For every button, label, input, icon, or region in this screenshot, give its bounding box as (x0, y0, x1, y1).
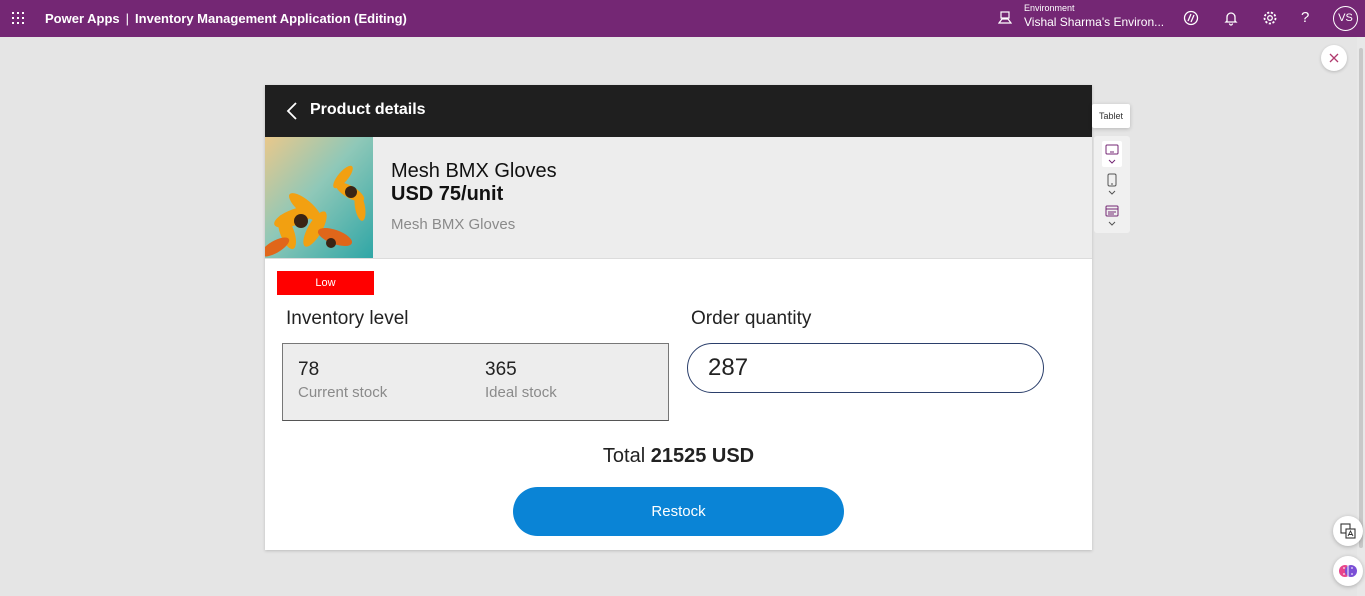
total-label: Total (602, 445, 646, 467)
inventory-level-panel: 78 Current stock 365 Ideal stock (282, 343, 669, 421)
product-name: Mesh BMX Gloves (391, 160, 557, 182)
close-preview-button[interactable] (1321, 45, 1347, 71)
stock-status-badge: Low (277, 271, 374, 295)
order-quantity-label: Order quantity (691, 308, 812, 329)
translate-button[interactable] (1333, 516, 1363, 546)
device-tooltip: Tablet (1092, 104, 1130, 128)
ideal-stock-value: 365 (485, 359, 517, 380)
product-summary: Mesh BMX Gloves USD 75/unit Mesh BMX Glo… (265, 137, 1092, 259)
total-value: 21525 USD (650, 445, 755, 467)
close-icon (1329, 53, 1339, 63)
product-subtitle: Mesh BMX Gloves (391, 216, 516, 233)
web-icon (1105, 205, 1119, 226)
document-title: Inventory Management Application (Editin… (135, 11, 407, 26)
tablet-device-button[interactable] (1102, 141, 1122, 167)
environment-name: Vishal Sharma's Environ... (1024, 15, 1165, 29)
screen-title: Product details (310, 101, 426, 118)
scrollbar-thumb[interactable] (1359, 48, 1363, 548)
restock-button[interactable]: Restock (513, 487, 844, 536)
assistant-button[interactable] (1333, 556, 1363, 586)
tablet-icon (1105, 144, 1119, 164)
help-icon[interactable]: ? (1301, 9, 1309, 26)
top-bar: Power Apps | Inventory Management Applicat… (0, 0, 1365, 37)
product-image (265, 137, 373, 258)
web-device-button[interactable] (1102, 203, 1122, 229)
settings-icon[interactable] (1262, 10, 1278, 26)
notifications-icon[interactable] (1223, 10, 1239, 26)
back-arrow-icon[interactable] (285, 101, 299, 121)
breadcrumb-separator: | (125, 11, 130, 26)
current-stock-value: 78 (298, 359, 320, 380)
app-canvas: Product details Mesh BMX Gloves USD 75/u… (265, 85, 1092, 550)
brain-icon (1339, 565, 1357, 577)
inventory-level-label: Inventory level (286, 308, 409, 329)
copilot-icon[interactable] (1183, 10, 1199, 26)
environment-icon (998, 11, 1012, 24)
order-total: Total 21525 USD (265, 445, 1092, 468)
product-price: USD 75/unit (391, 183, 504, 205)
app-launcher-icon[interactable] (12, 12, 26, 26)
ideal-stock-caption: Ideal stock (485, 384, 557, 401)
environment-picker[interactable]: Environment Vishal Sharma's Environ... (1024, 3, 1164, 31)
order-quantity-input[interactable] (687, 343, 1044, 393)
translate-icon (1340, 523, 1356, 539)
device-toolbar (1094, 136, 1130, 233)
app-header: Product details (265, 85, 1092, 137)
environment-label: Environment (1024, 3, 1075, 13)
current-stock-caption: Current stock (298, 384, 388, 401)
user-avatar[interactable]: VS (1333, 6, 1358, 31)
phone-device-button[interactable] (1102, 172, 1122, 198)
app-name[interactable]: Power Apps (45, 11, 120, 26)
phone-icon (1107, 173, 1117, 195)
app-breadcrumb: Power Apps | Inventory Management Applicat… (45, 11, 407, 26)
